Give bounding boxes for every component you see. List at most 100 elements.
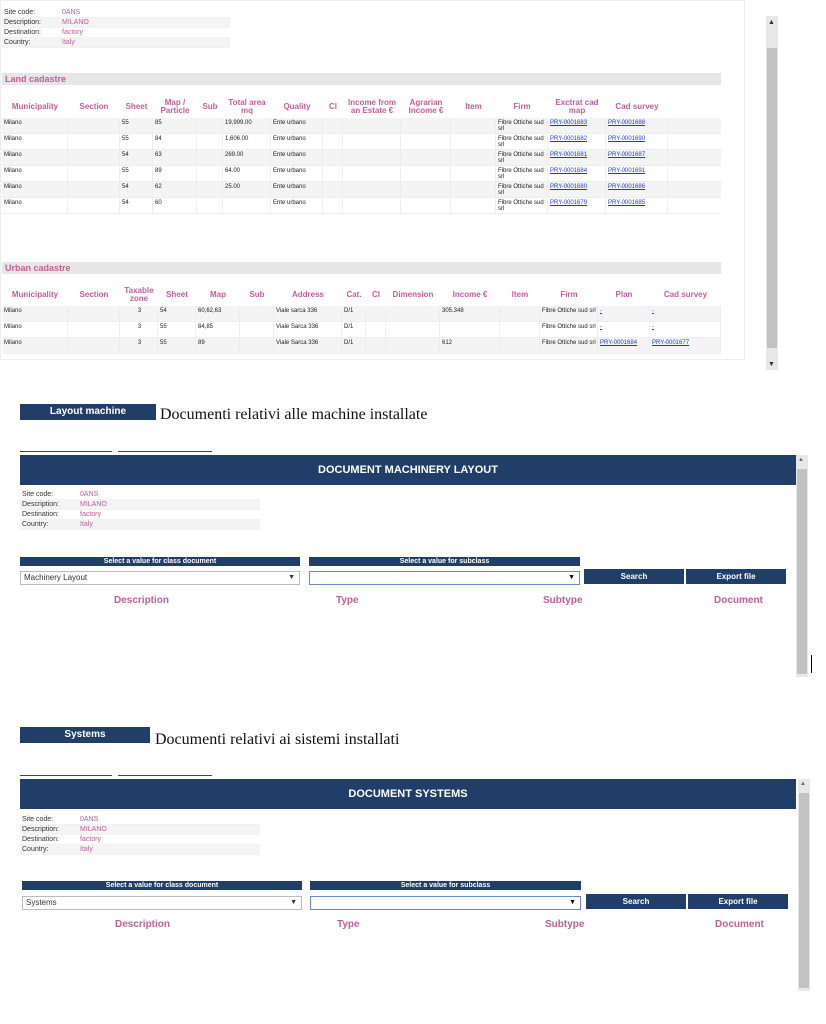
cell-extract[interactable]: PRY-0001681 [548, 150, 606, 165]
divider [118, 451, 212, 452]
search-button[interactable]: Search [586, 894, 686, 909]
cell-survey[interactable]: - [650, 306, 721, 321]
cell-extract[interactable]: PRY-0001684 [548, 166, 606, 181]
cell-survey[interactable]: PRY-0001688 [606, 118, 668, 133]
cell-empty [343, 134, 401, 149]
cell-empty [323, 182, 343, 197]
urban-col-header: Plan [615, 290, 633, 299]
cell-income [440, 322, 500, 337]
scroll-up-icon[interactable]: ▲ [798, 457, 804, 463]
cell-empty [68, 166, 120, 181]
cell-sheet: 54 [158, 306, 196, 321]
column-subtype: Subtype [543, 595, 583, 606]
urban-col-header: Cad survey [663, 290, 708, 299]
land-col-header: Sheet [125, 102, 148, 111]
cell-empty [386, 306, 440, 321]
urban-col-header: Address [291, 290, 324, 299]
table-row: Milano 54 62 25.00 Ente urbano Fibre Ottiche … [2, 182, 721, 198]
cell-empty [401, 182, 451, 197]
cell-area: 25.00 [223, 182, 271, 197]
panel-scrollbar[interactable]: ▲ ▼ [766, 16, 778, 370]
cell-area: 269.00 [223, 150, 271, 165]
description-label: Description: [22, 501, 59, 508]
urban-col-header: Item [511, 290, 529, 299]
land-col-header: Sub [202, 102, 218, 111]
column-document: Document [715, 919, 764, 930]
land-col-header: Income from an Estate € [347, 98, 396, 115]
urban-col-header: Municipality [11, 290, 59, 299]
cell-empty [451, 118, 496, 133]
cell-extract[interactable]: PRY-0001682 [548, 134, 606, 149]
cell-empty [451, 134, 496, 149]
systems-title: DOCUMENT SYSTEMS [20, 779, 796, 809]
cell-plan[interactable]: - [598, 322, 650, 337]
cell-survey[interactable]: PRY-0001686 [606, 182, 668, 197]
cell-survey[interactable]: - [650, 322, 721, 337]
export-file-button[interactable]: Export file [688, 894, 788, 909]
cell-empty [68, 182, 120, 197]
chevron-down-icon: ▼ [290, 899, 297, 906]
description-value: MILANO [80, 501, 107, 508]
cell-empty [500, 338, 540, 353]
class-document-header: Select a value for class document [20, 557, 300, 566]
scrollbar-thumb[interactable] [767, 48, 777, 348]
subclass-select[interactable]: ▼ [310, 896, 581, 910]
cell-empty [68, 338, 120, 353]
destination-value: factory [80, 511, 102, 518]
cell-empty [386, 322, 440, 337]
cell-empty [386, 338, 440, 353]
cell-firm: Fibre Ottiche sud srl [496, 198, 548, 213]
cell-survey[interactable]: PRY-0001677 [650, 338, 721, 353]
column-type: Type [337, 919, 360, 930]
cell-empty [68, 306, 120, 321]
layout-machine-label[interactable]: Layout machine [20, 404, 156, 420]
land-col-header: Section [79, 102, 109, 111]
site-info-box: Site code: 0ANS Description: MILANO Destin… [20, 815, 260, 855]
urban-col-header: Dimension [392, 290, 434, 299]
cell-survey[interactable]: PRY-0001685 [606, 198, 668, 213]
subclass-select[interactable]: ▼ [309, 571, 580, 585]
table-row: Milano 55 89 64.00 Ente urbano Fibre Ottiche … [2, 166, 721, 182]
export-file-button[interactable]: Export file [686, 569, 786, 584]
cell-extract[interactable]: PRY-0001679 [548, 198, 606, 213]
cell-empty [366, 322, 386, 337]
scroll-up-icon[interactable]: ▲ [800, 781, 806, 787]
cadastre-panel: Site code: 0ANS Description: MILANO Destin… [0, 0, 745, 360]
cell-empty [366, 306, 386, 321]
cell-survey[interactable]: PRY-0001690 [606, 134, 668, 149]
cell-map: 63 [153, 150, 197, 165]
cell-area: 19,999.00 [223, 118, 271, 133]
cell-empty [343, 166, 401, 181]
scrollbar-thumb[interactable] [797, 469, 807, 674]
systems-label[interactable]: Systems [20, 727, 150, 743]
divider [20, 775, 112, 776]
cell-extract[interactable]: PRY-0001683 [548, 118, 606, 133]
machinery-scrollbar[interactable]: ▲ [796, 455, 808, 677]
systems-scrollbar[interactable]: ▲ [798, 779, 810, 991]
cell-plan[interactable]: - [598, 306, 650, 321]
class-document-select[interactable]: Systems ▼ [22, 896, 302, 910]
scroll-up-icon[interactable]: ▲ [768, 19, 775, 26]
urban-col-header: Taxable zone [124, 286, 154, 303]
cell-empty [323, 198, 343, 213]
search-button[interactable]: Search [584, 569, 684, 584]
table-row: Milano 55 85 19,999.00 Ente urbano Fibre Otti… [2, 118, 721, 134]
cell-extract[interactable]: PRY-0001680 [548, 182, 606, 197]
destination-label: Destination: [22, 836, 59, 843]
scroll-down-icon[interactable]: ▼ [768, 361, 775, 368]
cell-survey[interactable]: PRY-0001687 [606, 150, 668, 165]
cell-firm: Fibre Ottiche sud srl [496, 134, 548, 149]
column-description: Description [115, 919, 171, 930]
cell-mun: Milano [2, 166, 68, 181]
country-label: Country: [4, 39, 31, 46]
cell-sheet: 55 [158, 338, 196, 353]
cell-empty [451, 166, 496, 181]
cell-area [223, 198, 271, 213]
cell-map: 89 [196, 338, 240, 353]
cell-firm: Fibre Ottiche sud srl [496, 166, 548, 181]
cell-survey[interactable]: PRY-0001691 [606, 166, 668, 181]
class-document-select[interactable]: Machinery Layout ▼ [20, 571, 300, 585]
scrollbar-thumb[interactable] [799, 793, 809, 988]
cell-plan[interactable]: PRY-0001684 [598, 338, 650, 353]
cell-cat: D/1 [342, 338, 366, 353]
